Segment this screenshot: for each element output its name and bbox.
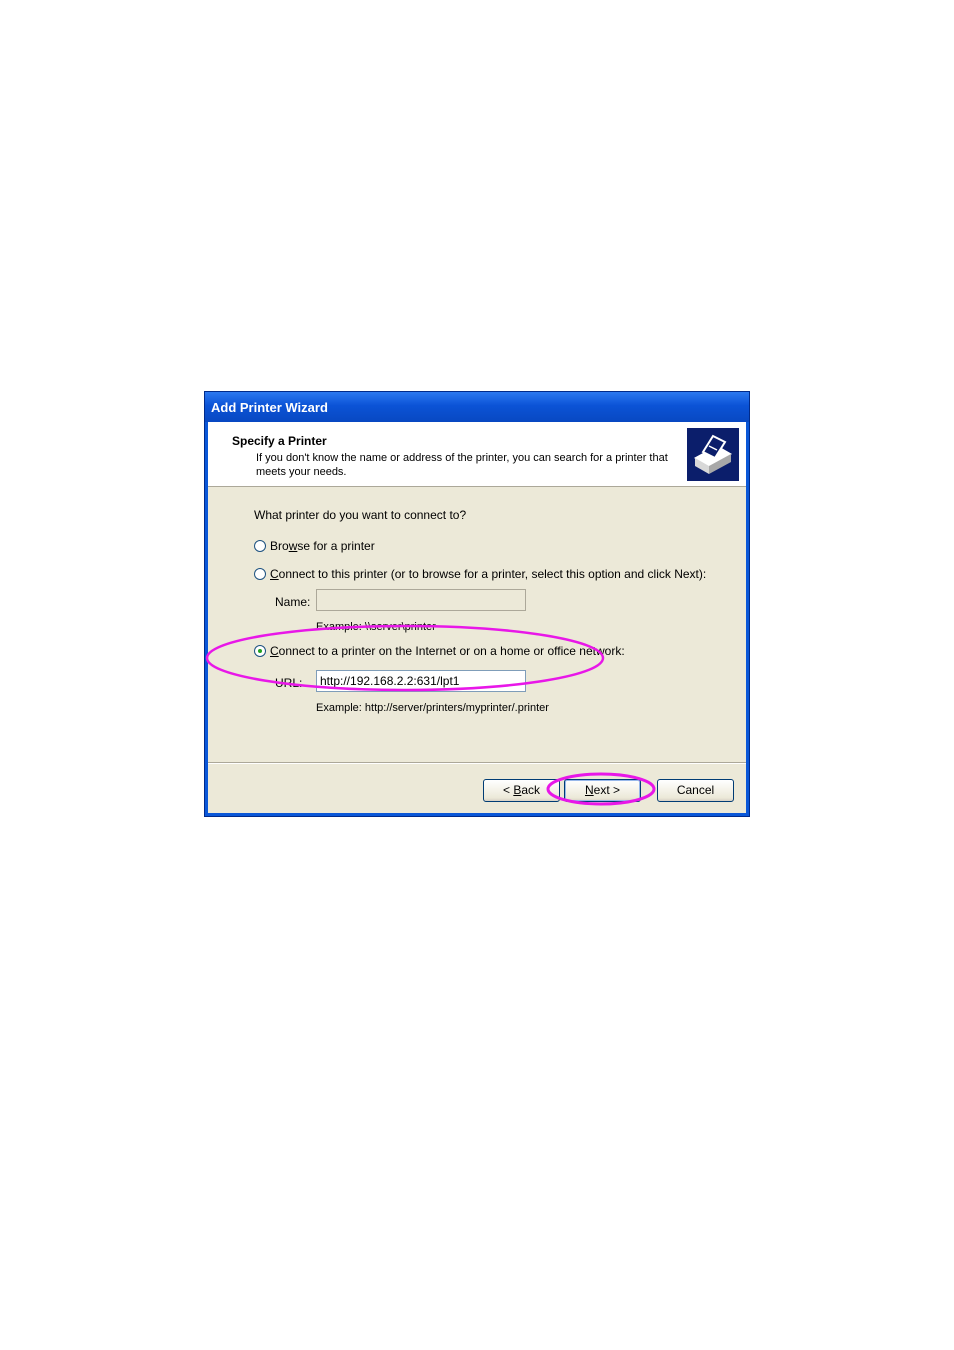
window-title: Add Printer Wizard (211, 400, 328, 415)
back-button[interactable]: < Back (483, 779, 560, 802)
connect-name-option-label: Connect to this printer (or to browse fo… (270, 567, 707, 581)
next-button[interactable]: Next > (564, 779, 641, 802)
add-printer-wizard-window: Add Printer Wizard Specify a Printer If … (204, 391, 750, 817)
cancel-button[interactable]: Cancel (657, 779, 734, 802)
page-description: If you don't know the name or address of… (256, 452, 668, 478)
page-title: Specify a Printer (232, 434, 327, 448)
browse-radio[interactable] (254, 540, 266, 552)
question-label: What printer do you want to connect to? (254, 508, 467, 522)
connect-url-option-label: Connect to a printer on the Internet or … (270, 644, 625, 658)
connect-name-radio[interactable] (254, 568, 266, 580)
connect-url-radio[interactable] (254, 645, 266, 657)
wizard-client-area: Specify a Printer If you don't know the … (208, 422, 746, 813)
wizard-header: Specify a Printer If you don't know the … (208, 422, 746, 487)
name-field-label: Name: (275, 595, 311, 609)
connect-name-option[interactable]: Connect to this printer (or to browse fo… (254, 567, 706, 581)
connect-url-option[interactable]: Connect to a printer on the Internet or … (254, 644, 625, 658)
url-field-label: URL: (275, 676, 303, 690)
footer-divider (208, 762, 746, 764)
window-titlebar[interactable]: Add Printer Wizard (205, 392, 749, 422)
name-example: Example: \\server\printer (316, 621, 436, 633)
browse-option-label: Browse for a printer (270, 539, 375, 553)
name-input[interactable] (316, 589, 526, 611)
url-input[interactable]: http://192.168.2.2:631/lpt1 (316, 670, 526, 692)
url-example: Example: http://server/printers/myprinte… (316, 702, 549, 714)
browse-option[interactable]: Browse for a printer (254, 539, 375, 553)
printer-wizard-icon (687, 428, 739, 481)
